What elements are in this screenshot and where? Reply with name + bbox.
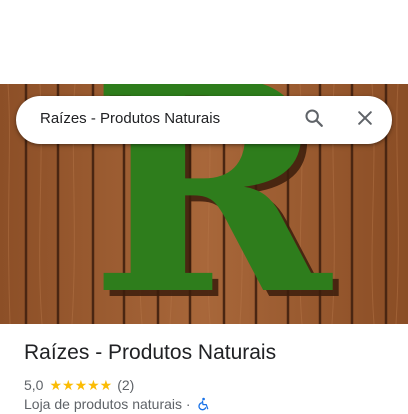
top-blank-area: [0, 0, 408, 84]
close-icon: [355, 108, 375, 133]
search-button[interactable]: [298, 104, 330, 136]
place-title: Raízes - Produtos Naturais: [24, 341, 277, 364]
wheelchair-icon[interactable]: [196, 397, 210, 414]
search-input[interactable]: Raízes - Produtos Naturais: [40, 110, 220, 127]
clear-search-button[interactable]: [349, 104, 381, 136]
place-category: Loja de produtos naturais: [24, 396, 182, 412]
rating-value: 5,0: [24, 377, 44, 393]
star-rating-icon: ★★★★★: [49, 376, 113, 393]
separator: ·: [185, 396, 191, 412]
rating-row[interactable]: 5,0 ★★★★★ (2): [24, 376, 134, 394]
category-row: Loja de produtos naturais ·: [24, 396, 210, 414]
search-bar[interactable]: Raízes - Produtos Naturais: [16, 96, 392, 144]
review-count[interactable]: (2): [117, 377, 134, 393]
search-icon: [303, 107, 325, 134]
